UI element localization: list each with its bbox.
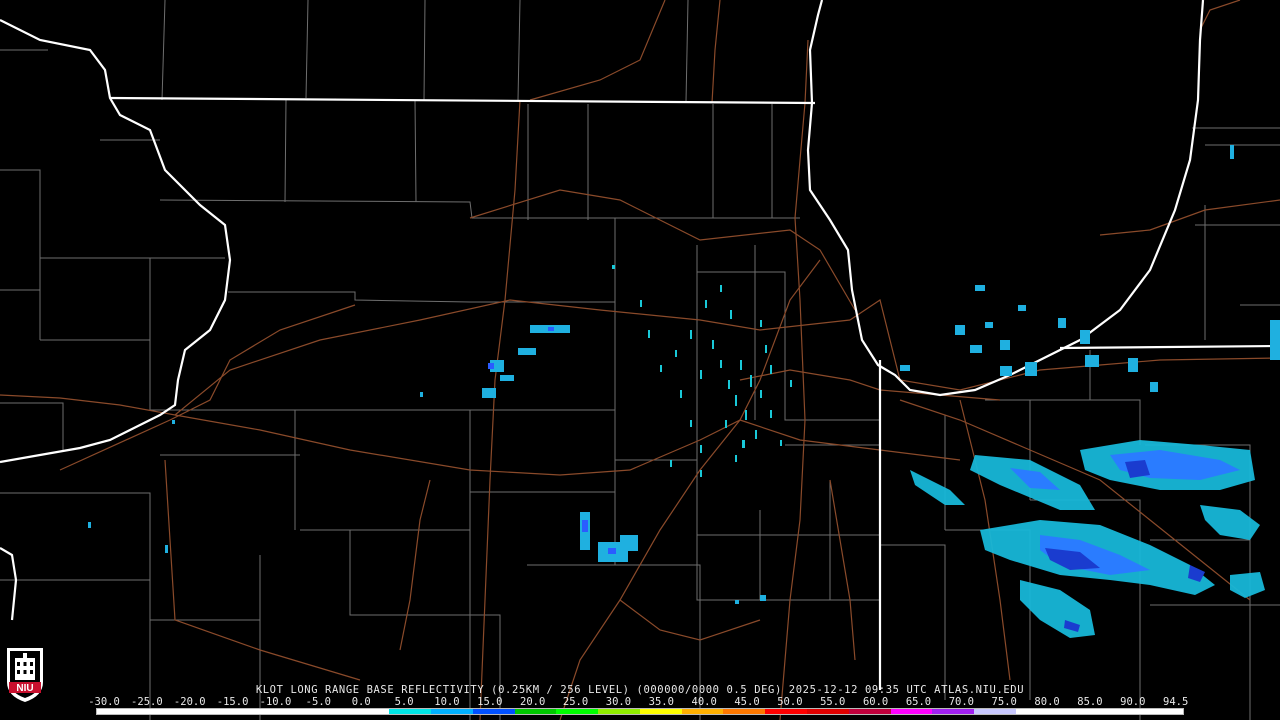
scale-label: 80.0 [1034, 696, 1060, 708]
scale-label: 35.0 [648, 696, 674, 708]
colorbar-segment [723, 709, 766, 714]
reflectivity-colorbar [96, 708, 1184, 715]
scale-label: -5.0 [305, 696, 331, 708]
scale-label: -25.0 [131, 696, 163, 708]
scale-label: 70.0 [948, 696, 974, 708]
colorbar-segment [389, 709, 432, 714]
scale-label: 15.0 [477, 696, 503, 708]
colorbar-segment [639, 709, 682, 714]
scale-label: 40.0 [691, 696, 717, 708]
scale-label: 55.0 [820, 696, 846, 708]
colorbar-segment [180, 709, 223, 714]
colorbar-segment [305, 709, 348, 714]
colorbar-segment [848, 709, 891, 714]
colorbar-segment [1057, 709, 1100, 714]
radar-map [0, 0, 1280, 720]
scale-label: 94.5 [1163, 696, 1189, 708]
colorbar-segment [472, 709, 515, 714]
scale-label: 45.0 [734, 696, 760, 708]
colorbar-segment [97, 709, 139, 714]
scale-label: 25.0 [562, 696, 589, 708]
scale-label: -30.0 [88, 696, 120, 708]
logo-text: NIU [16, 683, 33, 694]
radar-caption: KLOT LONG RANGE BASE REFLECTIVITY (0.25K… [255, 684, 1025, 696]
colorbar-segment [1099, 709, 1142, 714]
reflectivity-scale-labels: -30.0 -25.0 -20.0 -15.0 -10.0 -5.0 0.0 5.0 10.0 1… [88, 696, 1194, 708]
scale-label: -10.0 [259, 696, 292, 708]
scale-label: 85.0 [1077, 696, 1103, 708]
scale-label: 90.0 [1120, 696, 1146, 708]
colorbar-segment [264, 709, 306, 714]
scale-label: 5.0 [394, 696, 414, 708]
niu-logo-icon: NIU [7, 648, 43, 702]
colorbar-segment [974, 709, 1016, 714]
scale-label: -20.0 [173, 696, 206, 708]
scale-label: 60.0 [862, 696, 889, 708]
scale-label: 20.0 [520, 696, 546, 708]
colorbar-segment [890, 709, 933, 714]
colorbar-segment [222, 709, 265, 714]
scale-label: 75.0 [991, 696, 1017, 708]
scale-label: 0.0 [351, 696, 371, 708]
colorbar-segment [514, 709, 557, 714]
colorbar-segment [807, 709, 849, 714]
colorbar-segment [1141, 709, 1183, 714]
colorbar-segment [431, 709, 473, 714]
scale-label: 65.0 [905, 696, 932, 708]
scale-label: -15.0 [216, 696, 249, 708]
scale-label: 30.0 [605, 696, 632, 708]
colorbar-segment [598, 709, 640, 714]
colorbar-segment [1015, 709, 1058, 714]
colorbar-segment [556, 709, 599, 714]
colorbar-segment [932, 709, 975, 714]
scale-label: 10.0 [434, 696, 460, 708]
colorbar-segment [138, 709, 181, 714]
colorbar-segment [347, 709, 390, 714]
scale-label: 50.0 [777, 696, 803, 708]
colorbar-segment [681, 709, 724, 714]
colorbar-segment [765, 709, 808, 714]
